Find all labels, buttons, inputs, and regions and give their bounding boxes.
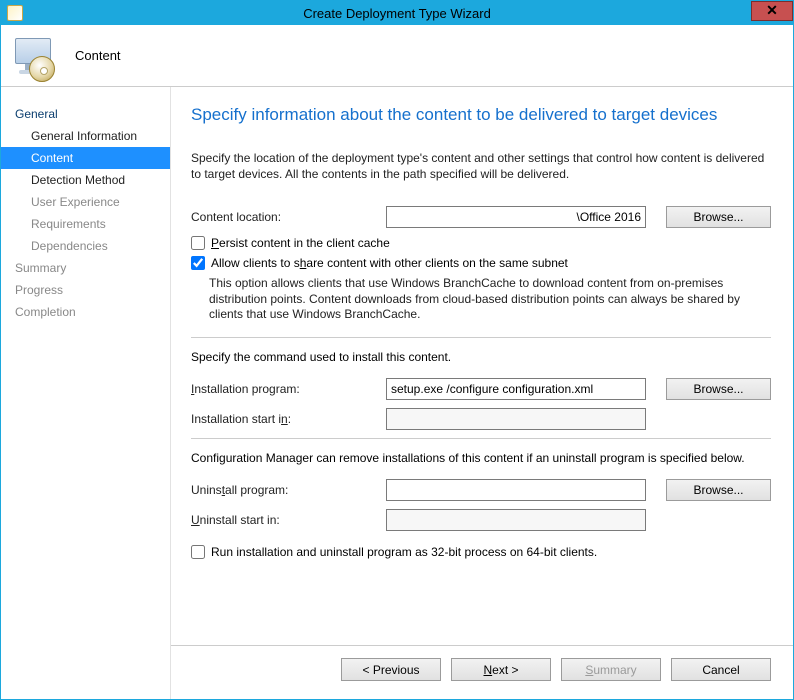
content-icon (15, 36, 55, 76)
wizard-sidebar: General General Information Content Dete… (1, 87, 171, 699)
install-start-input[interactable] (386, 408, 646, 430)
sidebar-item-requirements: Requirements (1, 213, 170, 235)
install-program-label: Installation program: (191, 382, 386, 396)
sidebar-item-general[interactable]: General (1, 103, 170, 125)
content-location-input[interactable] (386, 206, 646, 228)
sidebar-item-dependencies: Dependencies (1, 235, 170, 257)
content-location-browse-button[interactable]: Browse... (666, 206, 771, 228)
summary-button: Summary (561, 658, 661, 681)
sidebar-item-completion: Completion (1, 301, 170, 323)
share-help-text: This option allows clients that use Wind… (209, 276, 771, 323)
sidebar-item-progress: Progress (1, 279, 170, 301)
install-start-label: Installation start in: (191, 412, 386, 426)
content-location-label: Content location: (191, 210, 386, 224)
separator-2 (191, 438, 771, 439)
sidebar-item-detection-method[interactable]: Detection Method (1, 169, 170, 191)
cancel-button[interactable]: Cancel (671, 658, 771, 681)
wizard-footer: < Previous Next > Summary Cancel (171, 645, 793, 699)
run32-label: Run installation and uninstall program a… (211, 545, 597, 559)
sidebar-item-user-experience: User Experience (1, 191, 170, 213)
uninstall-section-text: Configuration Manager can remove install… (191, 451, 771, 465)
close-button[interactable]: ✕ (751, 1, 793, 21)
sidebar-item-content[interactable]: Content (1, 147, 170, 169)
header-label: Content (75, 48, 121, 63)
uninstall-browse-button[interactable]: Browse... (666, 479, 771, 501)
page-description: Specify the location of the deployment t… (191, 151, 771, 182)
uninstall-program-label: Uninstall program: (191, 483, 386, 497)
share-label: Allow clients to share content with othe… (211, 256, 568, 270)
wizard-header: Content (1, 25, 793, 87)
install-browse-button[interactable]: Browse... (666, 378, 771, 400)
persist-checkbox[interactable] (191, 236, 205, 250)
next-button[interactable]: Next > (451, 658, 551, 681)
sidebar-item-general-information[interactable]: General Information (1, 125, 170, 147)
uninstall-start-input[interactable] (386, 509, 646, 531)
window-title: Create Deployment Type Wizard (1, 6, 793, 21)
share-checkbox[interactable] (191, 256, 205, 270)
wizard-main: Specify information about the content to… (171, 87, 793, 699)
run32-checkbox[interactable] (191, 545, 205, 559)
install-program-input[interactable] (386, 378, 646, 400)
title-bar: Create Deployment Type Wizard ✕ (1, 1, 793, 25)
install-section-text: Specify the command used to install this… (191, 350, 771, 364)
uninstall-start-label: Uninstall start in: (191, 513, 386, 527)
previous-button[interactable]: < Previous (341, 658, 441, 681)
sidebar-item-summary: Summary (1, 257, 170, 279)
separator (191, 337, 771, 338)
uninstall-program-input[interactable] (386, 479, 646, 501)
page-title: Specify information about the content to… (191, 105, 771, 125)
persist-label: Persist content in the client cache (211, 236, 390, 250)
